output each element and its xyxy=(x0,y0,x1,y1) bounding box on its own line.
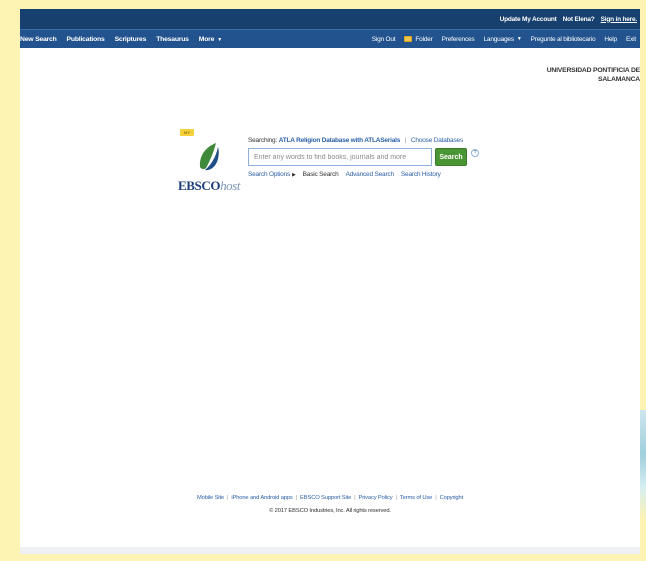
search-area: Searching: ATLA Religion Database with A… xyxy=(248,137,528,178)
search-history-link[interactable]: Search History xyxy=(401,171,441,178)
search-button[interactable]: Search xyxy=(435,148,467,166)
nav-new-search[interactable]: New Search xyxy=(20,36,57,43)
help-link[interactable]: Help xyxy=(604,36,617,43)
footer-copyright-link[interactable]: Copyright xyxy=(440,495,464,501)
ebscohost-logo: MY EBSCOhost xyxy=(178,129,248,194)
not-user-text: Not Elena? xyxy=(562,15,595,23)
chevron-down-icon: ▼ xyxy=(217,36,222,43)
basic-search-link[interactable]: Basic Search xyxy=(303,171,339,178)
update-account-link[interactable]: Update My Account xyxy=(500,16,557,23)
bottom-strip xyxy=(20,547,640,554)
ebsco-page: Update My Account Not Elena? Sign in her… xyxy=(20,9,640,554)
secondary-nav: Sign Out Folder Preferences Languages ▼ P… xyxy=(363,36,640,43)
triangle-right-icon: ▶ xyxy=(292,172,296,178)
folder-link[interactable]: Folder xyxy=(404,35,433,43)
footer-mobile-site[interactable]: Mobile Site xyxy=(197,495,224,501)
primary-nav: New Search Publications Scriptures Thesa… xyxy=(20,36,232,43)
search-options-toggle[interactable]: Search Options ▶ xyxy=(248,171,296,178)
sign-out-link[interactable]: Sign Out xyxy=(372,36,396,43)
divider: | xyxy=(354,495,356,501)
top-utility-bar: Update My Account Not Elena? Sign in her… xyxy=(20,9,640,29)
divider: | xyxy=(404,137,407,144)
languages-menu[interactable]: Languages ▼ xyxy=(484,36,522,43)
selected-database-link[interactable]: ATLA Religion Database with ATLASerials xyxy=(279,137,401,144)
preferences-link[interactable]: Preferences xyxy=(442,36,475,43)
folder-label: Folder xyxy=(415,35,433,43)
chevron-down-icon: ▼ xyxy=(516,36,522,42)
footer-support-site[interactable]: EBSCO Support Site xyxy=(300,495,351,501)
folder-icon xyxy=(404,36,413,42)
page-footer: Mobile Site | iPhone and Android apps | EBSC… xyxy=(20,495,640,514)
background-decoration xyxy=(640,410,646,520)
divider: | xyxy=(295,495,298,501)
main-navigation-bar: New Search Publications Scriptures Thesa… xyxy=(20,29,640,48)
divider: | xyxy=(435,495,437,501)
sign-in-link[interactable]: Sign in here. xyxy=(601,16,638,23)
institution-line-1: UNIVERSIDAD PONTIFICIA DE xyxy=(546,67,641,74)
advanced-search-link[interactable]: Advanced Search xyxy=(346,171,395,178)
footer-links: Mobile Site | iPhone and Android apps | EBSC… xyxy=(20,495,640,501)
search-row: Search ? xyxy=(248,148,528,166)
searching-label: Searching: xyxy=(248,137,278,144)
nav-more-label: More xyxy=(198,35,215,43)
search-options-label: Search Options xyxy=(248,171,291,178)
my-ebscohost-tag[interactable]: MY xyxy=(180,129,194,136)
search-mode-links: Search Options ▶ Basic Search Advanced Se… xyxy=(248,171,528,178)
brand-host: host xyxy=(220,178,241,193)
institution-name: UNIVERSIDAD PONTIFICIA DE SALAMANCA xyxy=(500,66,641,84)
ask-librarian-link[interactable]: Pregunte al bibliotecario xyxy=(531,36,596,43)
searching-line: Searching: ATLA Religion Database with A… xyxy=(248,137,528,144)
exit-link[interactable]: Exit xyxy=(626,36,636,43)
institution-line-2: SALAMANCA xyxy=(598,76,640,83)
copyright-text: © 2017 EBSCO Industries, Inc. All rights… xyxy=(269,508,391,514)
nav-scriptures[interactable]: Scriptures xyxy=(115,36,147,43)
ebscohost-wordmark: EBSCOhost xyxy=(178,178,241,194)
footer-terms-of-use[interactable]: Terms of Use xyxy=(400,495,433,501)
footer-privacy-policy[interactable]: Privacy Policy xyxy=(359,495,393,501)
nav-publications[interactable]: Publications xyxy=(67,36,105,43)
nav-thesaurus[interactable]: Thesaurus xyxy=(156,36,189,43)
help-icon[interactable]: ? xyxy=(471,149,479,157)
brand-ebsco: EBSCO xyxy=(178,178,221,193)
search-input[interactable] xyxy=(248,148,432,166)
languages-label: Languages xyxy=(483,35,515,43)
divider: | xyxy=(226,495,229,501)
nav-more-menu[interactable]: More ▼ xyxy=(199,36,222,43)
footer-apps[interactable]: iPhone and Android apps xyxy=(231,495,292,501)
choose-databases-link[interactable]: Choose Databases xyxy=(411,137,463,144)
ebsco-leaf-icon xyxy=(199,143,219,171)
divider: | xyxy=(395,495,398,501)
